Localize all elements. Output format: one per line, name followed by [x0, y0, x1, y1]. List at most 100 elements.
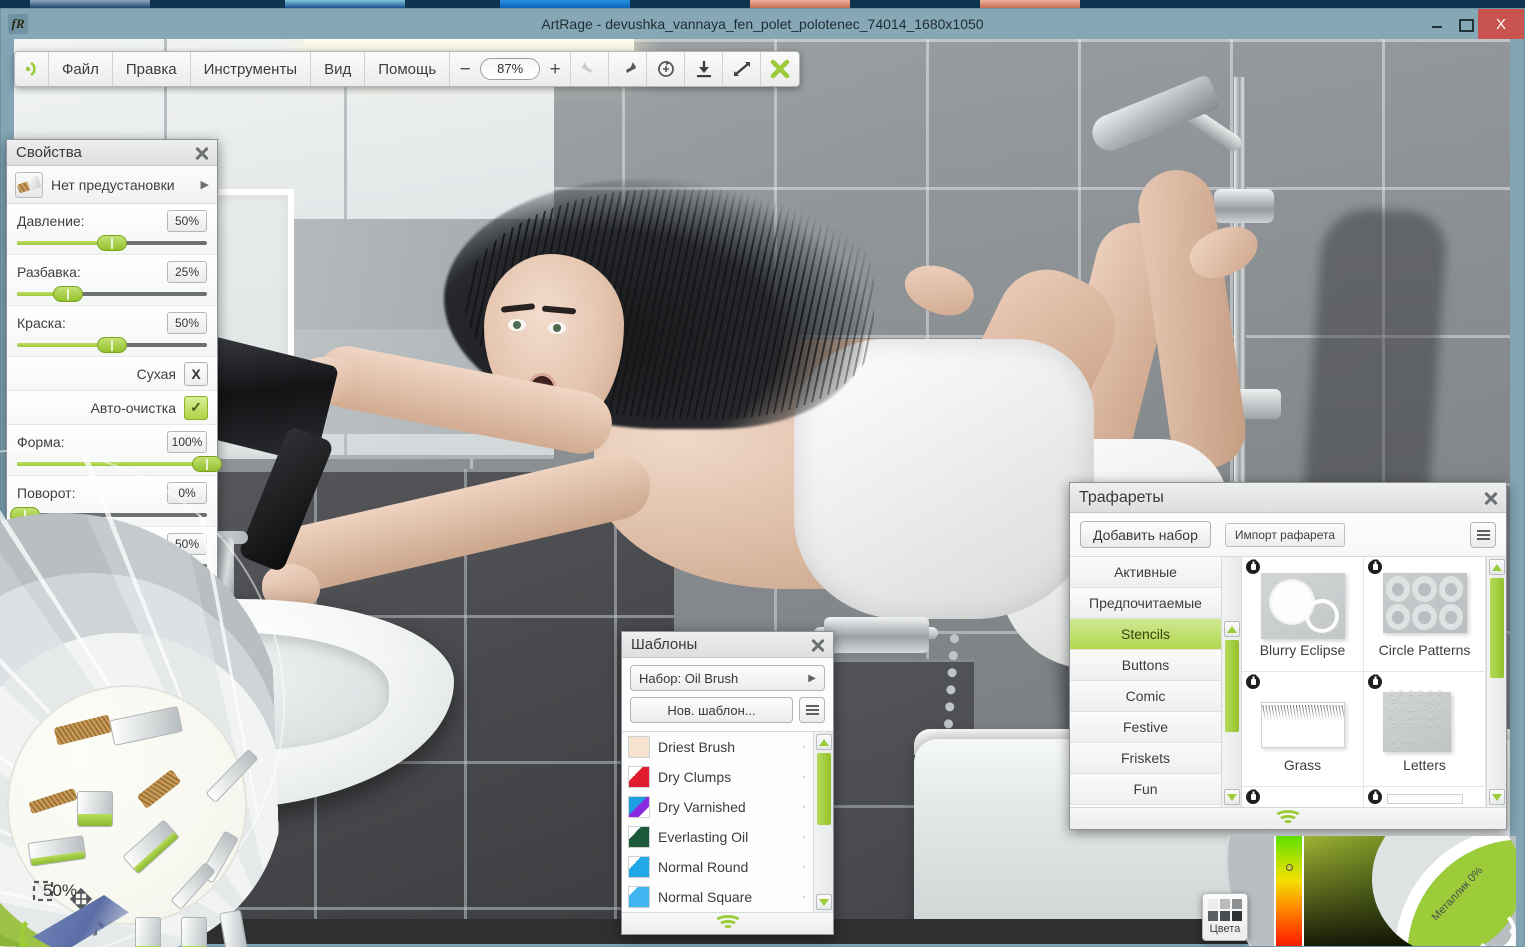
- scroll-up-icon[interactable]: [816, 734, 832, 750]
- scroll-up-icon[interactable]: [1489, 559, 1505, 575]
- hue-strip[interactable]: [1274, 836, 1304, 946]
- sticker-spray-icon[interactable]: [181, 917, 207, 947]
- properties-panel-header[interactable]: Свойства: [7, 140, 217, 166]
- list-menu-icon[interactable]: [799, 697, 825, 723]
- add-set-button[interactable]: Добавить набор: [1080, 521, 1211, 548]
- menu-edit[interactable]: Правка: [113, 52, 191, 86]
- close-icon[interactable]: [809, 636, 827, 654]
- close-button[interactable]: X: [1478, 9, 1524, 39]
- slider-value[interactable]: 50%: [167, 210, 207, 232]
- hue-marker[interactable]: [1286, 864, 1293, 871]
- slider-pressure[interactable]: Давление: 50%: [7, 204, 217, 255]
- preset-selector[interactable]: Нет предустановки ▶: [7, 166, 217, 204]
- scrollbar-thumb[interactable]: [1225, 640, 1239, 732]
- fullscreen-icon[interactable]: [723, 52, 762, 86]
- slider-thinners[interactable]: Разбавка: 25%: [7, 255, 217, 306]
- color-picker-wheel[interactable]: Металлик 0%: [1216, 836, 1516, 946]
- chevron-right-icon[interactable]: ▶: [201, 178, 209, 191]
- wifi-grip-icon[interactable]: [711, 914, 745, 931]
- toggle-autoclean[interactable]: Авто-очистка ✓: [7, 391, 217, 425]
- stencil-category-stencils[interactable]: Stencils: [1070, 619, 1221, 650]
- scroll-down-icon[interactable]: [1224, 789, 1240, 805]
- close-canvas-icon[interactable]: [761, 52, 799, 86]
- stencil-category-comic[interactable]: Comic: [1070, 681, 1221, 712]
- categories-scrollbar[interactable]: [1222, 557, 1242, 807]
- download-icon[interactable]: [685, 52, 724, 86]
- scroll-down-icon[interactable]: [1489, 789, 1505, 805]
- list-item[interactable]: Everlasting Oil ·: [622, 822, 813, 852]
- menu-tools[interactable]: Инструменты: [191, 52, 312, 86]
- scrollbar-thumb[interactable]: [817, 753, 831, 825]
- slider-value[interactable]: 25%: [167, 261, 207, 283]
- templates-panel-header[interactable]: Шаблоны: [622, 632, 833, 658]
- stencil-category-friskets[interactable]: Friskets: [1070, 743, 1221, 774]
- stencil-category-festive[interactable]: Festive: [1070, 712, 1221, 743]
- stencil-item-circle-patterns[interactable]: Circle Patterns: [1364, 557, 1486, 672]
- stencil-category-favorites[interactable]: Предпочитаемые: [1070, 588, 1221, 619]
- templates-scrollbar[interactable]: [813, 732, 833, 912]
- stencil-item-letters[interactable]: A B C D E F G H I J K L M N O P Q R S T …: [1364, 672, 1486, 787]
- wifi-grip-icon[interactable]: [1271, 809, 1305, 826]
- stencil-item-partial[interactable]: [1242, 787, 1364, 807]
- artrage-logo-icon[interactable]: [15, 52, 49, 86]
- rotate-canvas-icon[interactable]: [647, 52, 686, 86]
- import-stencil-button[interactable]: Импорт рафарета: [1224, 522, 1346, 547]
- zoom-in-button[interactable]: +: [546, 60, 564, 79]
- taskbar-item[interactable]: [285, 0, 405, 8]
- slider-value[interactable]: 50%: [167, 312, 207, 334]
- toggle-dry[interactable]: Сухая X: [7, 357, 217, 391]
- menu-file[interactable]: Файл: [49, 52, 113, 86]
- menu-help[interactable]: Помощь: [365, 52, 451, 86]
- checkbox-autoclean[interactable]: ✓: [184, 395, 208, 420]
- close-icon[interactable]: [193, 144, 211, 162]
- roller-icon[interactable]: [77, 791, 113, 827]
- stencils-panel-header[interactable]: Трафареты: [1070, 483, 1506, 513]
- stencil-item-blurry-eclipse[interactable]: Blurry Eclipse: [1242, 557, 1364, 672]
- slider-track[interactable]: [17, 235, 207, 251]
- menu-view[interactable]: Вид: [311, 52, 366, 86]
- tool-picker-wheel[interactable]: T 50%: [0, 449, 285, 947]
- window-title: ArtRage - devushka_vannaya_fen_polet_pol…: [541, 16, 984, 32]
- list-item[interactable]: Normal Round ·: [622, 852, 813, 882]
- taskbar-item[interactable]: [500, 0, 630, 8]
- stencil-item-grass[interactable]: Grass: [1242, 672, 1364, 787]
- knife-icon[interactable]: [218, 909, 250, 947]
- new-template-button[interactable]: Нов. шаблон...: [630, 697, 793, 723]
- slider-loading[interactable]: Краска: 50%: [7, 306, 217, 357]
- undo-icon[interactable]: [571, 52, 610, 86]
- scroll-down-icon[interactable]: [816, 894, 832, 910]
- list-item[interactable]: Dry Varnished ·: [622, 792, 813, 822]
- zoom-out-button[interactable]: −: [456, 60, 474, 79]
- opacity-value[interactable]: 50%: [43, 881, 77, 901]
- slider-track[interactable]: [17, 337, 207, 353]
- zoom-control: − 87% +: [450, 52, 572, 86]
- scrollbar-thumb[interactable]: [1490, 578, 1504, 678]
- minimize-button[interactable]: [1424, 9, 1451, 39]
- checkbox-dry[interactable]: X: [184, 361, 208, 386]
- taskbar-item[interactable]: [750, 0, 850, 8]
- stencil-category-fun[interactable]: Fun: [1070, 774, 1221, 805]
- list-item[interactable]: Normal Square ·: [622, 882, 813, 912]
- wifi-grip-icon[interactable]: [1462, 910, 1516, 946]
- colors-button[interactable]: Цвета: [1202, 893, 1248, 941]
- glitter-tube-icon[interactable]: [135, 917, 161, 947]
- close-icon[interactable]: [1482, 489, 1500, 507]
- taskbar-item[interactable]: [30, 0, 150, 8]
- wifi-grip-icon[interactable]: [19, 915, 75, 947]
- slider-value[interactable]: 100%: [167, 431, 207, 453]
- stencils-grid-scrollbar[interactable]: [1486, 557, 1506, 807]
- template-swatch: [628, 886, 650, 908]
- stencil-category-active[interactable]: Активные: [1070, 557, 1221, 588]
- maximize-button[interactable]: [1451, 9, 1478, 39]
- stencil-item-partial[interactable]: [1364, 787, 1486, 807]
- list-item[interactable]: Dry Clumps ·: [622, 762, 813, 792]
- list-menu-icon[interactable]: [1470, 521, 1496, 548]
- redo-icon[interactable]: [609, 52, 648, 86]
- scroll-up-icon[interactable]: [1224, 621, 1240, 637]
- taskbar-item[interactable]: [980, 0, 1080, 8]
- zoom-value[interactable]: 87%: [480, 58, 541, 80]
- list-item[interactable]: Driest Brush ·: [622, 732, 813, 762]
- stencil-category-buttons[interactable]: Buttons: [1070, 650, 1221, 681]
- template-set-selector[interactable]: Набор: Oil Brush ▶: [630, 665, 825, 691]
- slider-track[interactable]: [17, 286, 207, 302]
